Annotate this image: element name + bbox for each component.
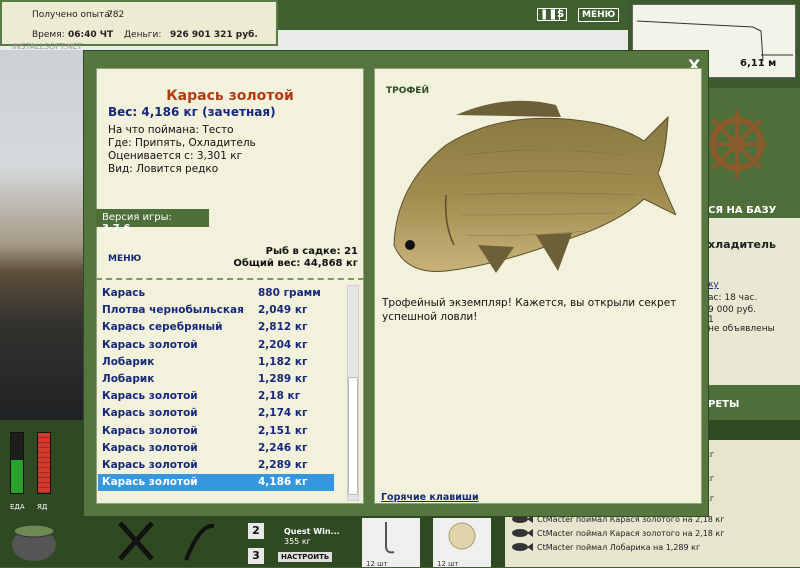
catch-fish-weight: 4,186 кг xyxy=(258,476,308,489)
cage-stats: Рыб в садке: 21 Общий вес: 44,868 кг xyxy=(220,246,358,270)
fish-title: Карась золотой xyxy=(166,88,294,104)
catch-list-row[interactable]: Карась золотой 2,18 кг xyxy=(98,388,348,405)
catch-fish-weight: 1,289 кг xyxy=(258,372,308,385)
catch-fish-weight: 1,182 кг xyxy=(258,355,308,368)
food-gauge-label: ЕДА xyxy=(10,503,25,511)
bait-slot[interactable]: 12 шт xyxy=(433,518,491,568)
version-value: 3.7.6 xyxy=(102,223,131,234)
scrollbar-thumb[interactable] xyxy=(348,377,358,495)
hud-panel: Получено опыта: 782 Время: 06:40 ЧТ День… xyxy=(0,0,278,46)
fish-weight: Вес: 4,186 кг (зачетная) xyxy=(108,105,276,119)
catch-list-row[interactable]: Карась золотой 2,174 кг xyxy=(98,405,348,422)
poison-gauge: ЯД xyxy=(37,432,51,513)
fish-tool-icon[interactable] xyxy=(180,520,220,564)
caught-on: На что поймана: Тесто xyxy=(108,124,234,136)
slot-2-button[interactable]: 2 xyxy=(248,523,264,539)
catch-fish-name: Карась золотой xyxy=(102,458,198,471)
catch-fish-weight: 2,049 кг xyxy=(258,304,308,317)
catch-list-row[interactable]: Карась золотой 2,151 кг xyxy=(98,423,348,440)
top-strip xyxy=(278,0,628,30)
hook-icon xyxy=(385,522,395,554)
scene-photo xyxy=(0,30,92,420)
ship-wheel-icon xyxy=(707,110,767,178)
catch-list-row[interactable]: Карась серебряный 2,812 кг xyxy=(98,319,348,336)
money-value: 926 901 321 руб. xyxy=(170,30,258,40)
hotkeys-link[interactable]: Горячие клавиши xyxy=(381,492,479,503)
catch-fish-weight: 2,151 кг xyxy=(258,424,308,437)
fish-icon xyxy=(512,529,533,537)
catch-fish-name: Карась золотой xyxy=(102,441,198,454)
poison-gauge-label: ЯД xyxy=(37,503,48,511)
catch-list-row[interactable]: Лобарик 1,289 кг xyxy=(98,371,348,388)
catch-fish-weight: 880 грамм xyxy=(258,287,321,299)
catch-list-row[interactable]: Плотва чернобыльская 2,049 кг xyxy=(98,302,348,319)
poison-gauge-bar xyxy=(37,432,51,494)
catch-list-row[interactable]: Карась золотой 4,186 кг xyxy=(98,474,334,492)
catch-fish-name: Карась золотой xyxy=(102,424,198,437)
catch-fish-name: Карась золотой xyxy=(102,407,198,420)
right-line-4: не объявлены xyxy=(708,324,775,334)
chat-line: CtMacter поймал Лобарика на 1,289 кг xyxy=(537,543,701,552)
catch-fish-weight: 2,246 кг xyxy=(258,441,308,454)
quest-title: Quest Win... xyxy=(284,527,340,536)
cage-count: Рыб в садке: 21 xyxy=(265,246,358,257)
catch-list-row[interactable]: Карась золотой 2,289 кг xyxy=(98,457,348,474)
menu-button[interactable]: МЕНЮ xyxy=(578,8,620,22)
food-gauge: ЕДА xyxy=(10,432,25,513)
rarity: Вид: Ловится редко xyxy=(108,163,219,175)
catch-fish-name: Лобарик xyxy=(102,372,155,385)
configure-button[interactable]: НАСТРОИТЬ xyxy=(278,552,333,562)
secrets-label[interactable]: РЕТЫ xyxy=(708,399,739,410)
depth-value: 6,11 м xyxy=(740,58,777,69)
trophy-text: Трофейный экземпляр! Кажется, вы открыли… xyxy=(382,297,677,323)
right-line-1: ас: 18 час. xyxy=(708,293,758,303)
catch-fish-name: Плотва чернобыльская xyxy=(102,304,244,317)
catch-location: Где: Припять, Охладитель xyxy=(108,137,256,149)
quest-weight: 355 кг xyxy=(284,537,311,546)
cauldron-icon[interactable] xyxy=(8,515,60,563)
cage-total-weight: Общий вес: 44,868 кг xyxy=(233,258,358,269)
dough-icon xyxy=(448,522,476,550)
base-panel xyxy=(705,88,800,218)
version-badge: Версия игры: 3.7.6 xyxy=(96,209,209,234)
catch-list-row[interactable]: Лобарик 1,182 кг xyxy=(98,354,348,371)
catch-fish-name: Карась серебряный xyxy=(102,321,223,334)
catch-fish-weight: 2,174 кг xyxy=(258,407,308,420)
time-label: Время: xyxy=(32,30,65,40)
catch-list-row[interactable]: Карась 880 грамм xyxy=(98,285,348,302)
experience-label: Получено опыта: xyxy=(32,10,113,20)
place-label: хладитель xyxy=(708,238,777,251)
slot-3-button[interactable]: 3 xyxy=(248,548,264,564)
experience-value: 782 xyxy=(107,10,125,20)
catch-fish-weight: 2,18 кг xyxy=(258,390,301,403)
catch-list-row[interactable]: Карась золотой 2,204 кг xyxy=(98,337,348,354)
hook-slot[interactable]: 12 шт xyxy=(362,518,420,568)
catch-fish-weight: 2,204 кг xyxy=(258,338,308,351)
catch-fish-name: Лобарик xyxy=(102,355,155,368)
catch-fish-name: Карась золотой xyxy=(102,390,198,403)
time-value: 06:40 ЧТ xyxy=(68,30,114,40)
go-to-base-label[interactable]: СЯ НА БАЗУ xyxy=(708,205,776,216)
catch-fish-name: Карась золотой xyxy=(102,476,198,489)
sound-icon[interactable]: S xyxy=(554,8,568,21)
dialog-menu-link[interactable]: МЕНЮ xyxy=(108,254,141,264)
divider xyxy=(96,278,364,281)
money-label: Деньги: xyxy=(124,30,162,40)
chat-line: CtMacter поймал Карася золотого на 2,18 … xyxy=(537,529,725,538)
catch-fish-name: Карась xyxy=(102,287,146,299)
catch-fish-name: Карась золотой xyxy=(102,338,198,351)
fish-icon xyxy=(512,543,533,551)
right-line-2: 9 000 руб. xyxy=(708,305,757,315)
cutlery-icon[interactable] xyxy=(112,515,160,563)
catch-list-row[interactable]: Карась золотой 2,246 кг xyxy=(98,440,348,457)
catch-list: Карась 880 грамм Плотва чернобыльская 2,049… xyxy=(98,285,348,492)
catch-fish-weight: 2,289 кг xyxy=(258,458,308,471)
food-gauge-bar xyxy=(10,432,24,494)
crucian-carp-image xyxy=(393,100,676,273)
version-label: Версия игры: xyxy=(102,212,172,223)
catch-fish-weight: 2,812 кг xyxy=(258,321,308,334)
watermark: INSTALLSOFT.NET xyxy=(12,42,83,51)
rated-from: Оценивается с: 3,301 кг xyxy=(108,150,243,162)
place-link[interactable]: ку xyxy=(708,280,719,290)
